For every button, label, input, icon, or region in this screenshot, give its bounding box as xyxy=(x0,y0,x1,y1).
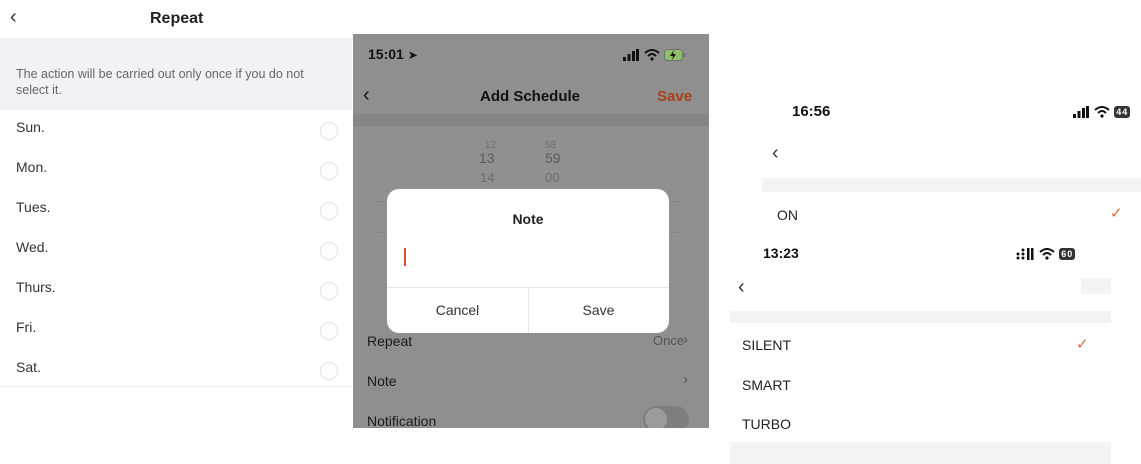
day-row-fri[interactable]: Fri. xyxy=(0,310,352,350)
battery-icon: 44 xyxy=(1114,105,1131,118)
back-chevron-icon[interactable]: ‹ xyxy=(772,142,779,165)
wifi-icon xyxy=(1038,247,1055,260)
note-dialog: Note Cancel Save xyxy=(387,189,669,333)
day-row-tues[interactable]: Tues. xyxy=(0,190,352,230)
row-label: Notification xyxy=(367,413,437,428)
battery-level: 44 xyxy=(1116,106,1129,117)
page-title: Add Schedule xyxy=(480,88,581,105)
day-label: Mon. xyxy=(16,159,48,175)
note-input[interactable] xyxy=(397,241,659,275)
status-icons: 60 xyxy=(1016,245,1076,260)
radio-icon[interactable] xyxy=(320,202,338,220)
option-on[interactable]: ON xyxy=(777,207,798,223)
row-label: Note xyxy=(367,373,397,389)
day-row-sat[interactable]: Sat. xyxy=(0,350,352,390)
status-icons: 44 xyxy=(1073,103,1131,118)
signal-icon xyxy=(1073,105,1089,118)
radio-icon[interactable] xyxy=(320,122,338,140)
divider xyxy=(0,386,352,387)
signal-icon xyxy=(1016,247,1034,260)
signal-icon xyxy=(623,48,639,61)
row-note[interactable]: Note › xyxy=(353,362,709,402)
back-chevron-icon[interactable]: ‹ xyxy=(10,6,17,29)
hint-text: The action will be carried out only once… xyxy=(16,67,304,97)
day-label: Fri. xyxy=(16,319,37,335)
radio-icon[interactable] xyxy=(320,162,338,180)
power-screen: 16:56 44 ‹ ON ✓ xyxy=(762,88,1141,228)
text-cursor xyxy=(404,248,406,266)
notification-toggle[interactable] xyxy=(643,406,689,428)
picker-hour-selected: 13 xyxy=(479,150,495,166)
day-label: Sun. xyxy=(16,119,45,135)
repeat-screen: ‹ Repeat The action will be carried out … xyxy=(0,0,352,464)
day-label: Wed. xyxy=(16,239,49,255)
mode-screen: 13:23 60 ‹ SILENT ✓ SMART TURBO xyxy=(730,232,1111,464)
back-chevron-icon[interactable]: ‹ xyxy=(738,276,745,299)
wifi-icon xyxy=(643,48,660,61)
option-smart[interactable]: SMART xyxy=(742,377,791,393)
save-button[interactable]: Save xyxy=(657,88,692,105)
row-label: Repeat xyxy=(367,333,413,349)
picker-minute-selected: 59 xyxy=(545,150,561,166)
radio-icon[interactable] xyxy=(320,322,338,340)
status-time: 15:01 ➤ xyxy=(368,46,418,62)
row-value: Once xyxy=(653,333,685,348)
option-silent[interactable]: SILENT xyxy=(742,337,791,353)
checkmark-icon: ✓ xyxy=(1110,205,1123,222)
toggle-knob xyxy=(645,408,667,428)
radio-icon[interactable] xyxy=(320,282,338,300)
header-shade xyxy=(1081,278,1111,294)
dialog-title: Note xyxy=(512,211,544,227)
option-turbo[interactable]: TURBO xyxy=(742,416,791,432)
battery-level: 60 xyxy=(1061,248,1074,259)
status-time: 13:23 xyxy=(763,245,799,261)
repeat-hint: The action will be carried out only once… xyxy=(0,38,352,110)
wifi-icon xyxy=(1093,105,1110,118)
day-label: Sat. xyxy=(16,359,41,375)
battery-charging-icon xyxy=(664,48,686,61)
day-row-sun[interactable]: Sun. xyxy=(0,110,352,150)
section-divider xyxy=(730,311,1111,323)
picker-minute-next: 00 xyxy=(545,170,560,185)
location-arrow-icon: ➤ xyxy=(407,48,418,62)
day-label: Thurs. xyxy=(16,279,56,295)
chevron-right-icon: › xyxy=(683,371,688,388)
add-schedule-screen: 15:01 ➤ ‹ Add Schedule Save 12 13 14 58 … xyxy=(353,34,709,428)
checkmark-icon: ✓ xyxy=(1076,336,1089,353)
radio-icon[interactable] xyxy=(320,242,338,260)
day-row-mon[interactable]: Mon. xyxy=(0,150,352,190)
status-time: 16:56 xyxy=(792,103,831,120)
cancel-button[interactable]: Cancel xyxy=(387,302,528,318)
back-chevron-icon[interactable]: ‹ xyxy=(363,84,370,107)
header-divider xyxy=(353,114,709,126)
radio-icon[interactable] xyxy=(320,362,338,380)
bottom-shade xyxy=(730,442,1111,464)
section-divider xyxy=(762,178,1141,192)
day-row-wed[interactable]: Wed. xyxy=(0,230,352,270)
picker-hour-next: 14 xyxy=(480,170,495,185)
page-title: Repeat xyxy=(150,10,204,27)
chevron-right-icon: › xyxy=(683,331,688,348)
dialog-save-button[interactable]: Save xyxy=(528,302,669,318)
status-icons xyxy=(623,46,686,61)
day-row-thurs[interactable]: Thurs. xyxy=(0,270,352,310)
day-label: Tues. xyxy=(16,199,51,215)
battery-icon: 60 xyxy=(1059,247,1076,260)
status-time-text: 15:01 xyxy=(368,46,404,62)
